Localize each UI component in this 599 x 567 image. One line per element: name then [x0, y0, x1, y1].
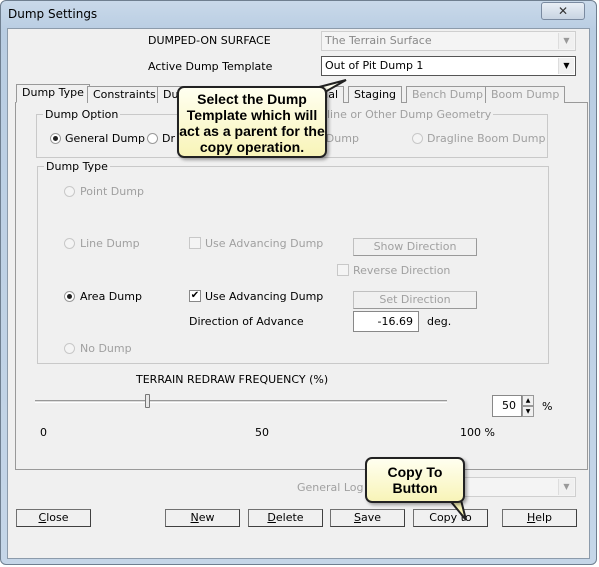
- template-callout: Select the Dump Template which will act …: [177, 86, 327, 158]
- copy-callout: Copy To Button: [365, 457, 465, 503]
